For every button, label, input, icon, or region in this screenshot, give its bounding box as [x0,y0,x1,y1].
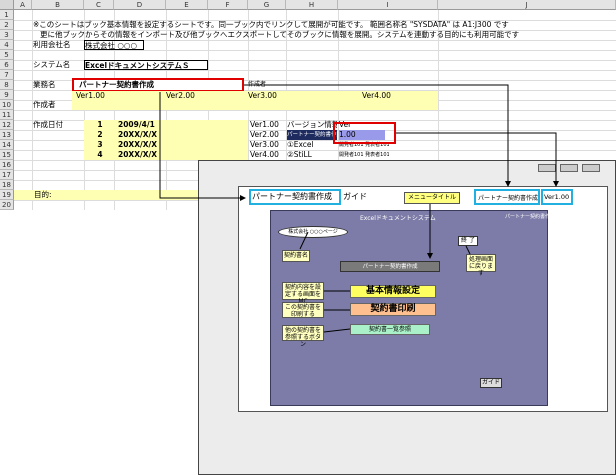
arrow-company [299,231,309,250]
arrow-end [465,245,471,255]
arrow-business-to-header [244,84,511,187]
arrow-list [323,328,351,333]
connector-arrows [159,84,559,333]
arrow-business-to-title [159,92,246,201]
arrow-version-to-header [396,132,559,187]
